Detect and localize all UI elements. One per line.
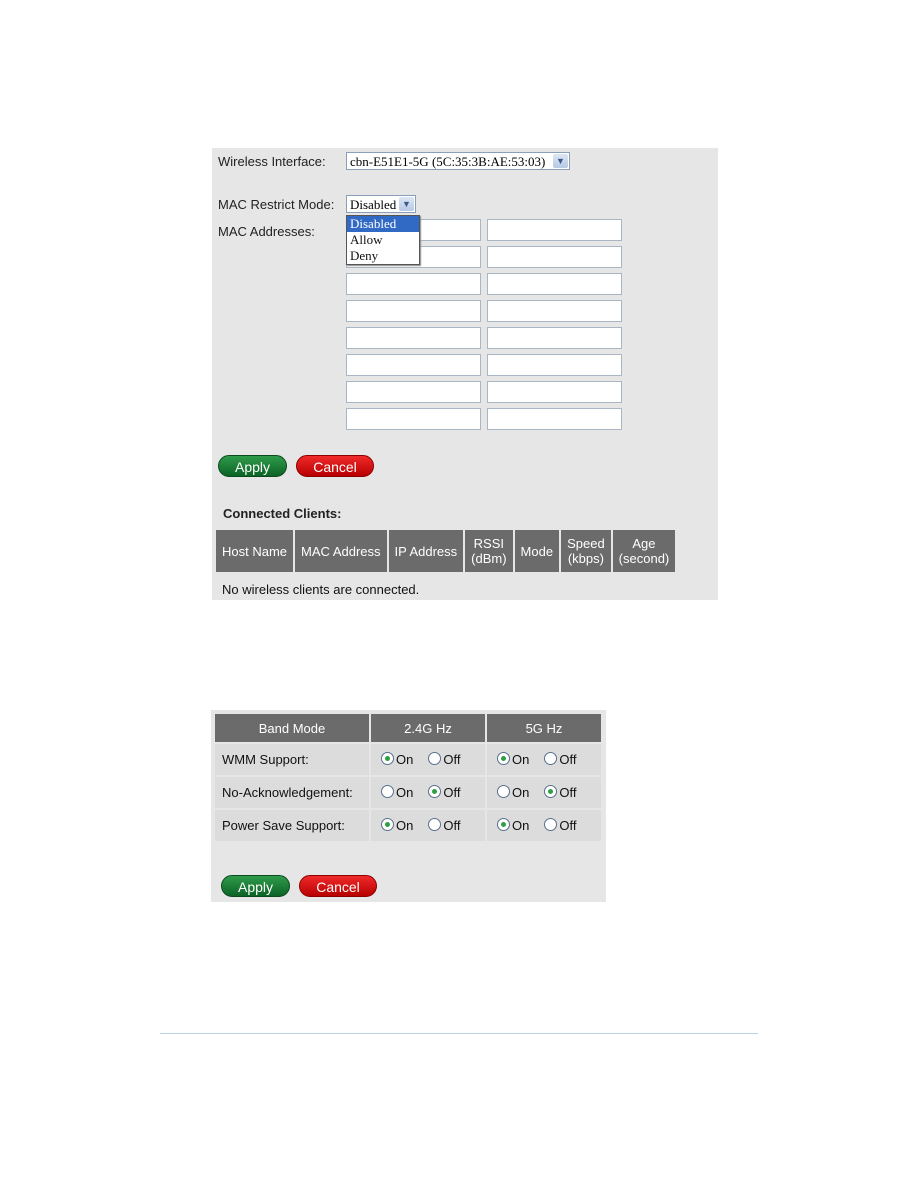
option-deny[interactable]: Deny	[347, 248, 419, 264]
column-header-line1: Mode	[520, 543, 554, 559]
column-header-line1: Age	[632, 536, 656, 551]
mac-address-input[interactable]	[487, 273, 622, 295]
clients-column-header: Speed (kbps)	[561, 530, 611, 572]
clients-column-header: Host Name	[216, 530, 294, 572]
column-header-line2: (second)	[618, 551, 670, 566]
mac-address-input[interactable]	[487, 246, 622, 268]
no-clients-message: No wireless clients are connected.	[222, 582, 420, 597]
column-header-line1: RSSI	[473, 536, 505, 551]
radio-off[interactable]	[544, 785, 558, 798]
connected-clients-title: Connected Clients:	[223, 506, 342, 521]
radio-group-band-24: On Off	[371, 777, 485, 808]
radio-off[interactable]	[428, 752, 442, 765]
column-2-4ghz: 2.4G Hz	[371, 714, 485, 742]
radio-on[interactable]	[381, 752, 394, 765]
mac-address-input[interactable]	[346, 408, 481, 430]
clients-column-header: Age (second)	[612, 530, 676, 572]
radio-group-band-24: On Off	[371, 810, 485, 841]
mac-address-input[interactable]	[346, 273, 481, 295]
radio-label-off: Off	[443, 818, 461, 833]
clients-column-header: MAC Address	[295, 530, 387, 572]
cancel-button[interactable]: Cancel	[296, 455, 374, 477]
setting-label: Power Save Support:	[215, 810, 369, 841]
radio-group-band-5: On Off	[487, 744, 601, 775]
wireless-interface-value: cbn-E51E1-5G (5C:35:3B:AE:53:03)	[350, 154, 546, 169]
mac-address-input[interactable]	[487, 381, 622, 403]
radio-group-band-5: On Off	[487, 777, 601, 808]
band-cancel-button[interactable]: Cancel	[299, 875, 377, 897]
band-mode-row: Power Save Support: On Off On Off	[215, 810, 601, 841]
column-header-line1: Speed	[567, 536, 605, 551]
band-mode-row: WMM Support: On Off On Off	[215, 744, 601, 775]
connected-clients-table: Host Name MAC Address IP Address RSSI (dBm) M…	[214, 528, 677, 574]
mac-address-input[interactable]	[346, 300, 481, 322]
radio-on[interactable]	[497, 818, 510, 831]
mac-address-input[interactable]	[487, 354, 622, 376]
radio-off[interactable]	[544, 818, 558, 831]
footer-divider	[160, 1033, 758, 1034]
radio-on[interactable]	[497, 752, 510, 765]
radio-off[interactable]	[428, 785, 442, 798]
chevron-down-icon: ▼	[399, 197, 414, 211]
radio-on[interactable]	[497, 785, 510, 798]
mac-restrict-mode-dropdown: Disabled Allow Deny	[346, 215, 420, 265]
apply-button[interactable]: Apply	[218, 455, 287, 477]
wireless-interface-label: Wireless Interface:	[218, 154, 326, 169]
radio-group-band-5: On Off	[487, 810, 601, 841]
setting-label: WMM Support:	[215, 744, 369, 775]
radio-off[interactable]	[544, 752, 558, 765]
option-allow[interactable]: Allow	[347, 232, 419, 248]
clients-column-header: IP Address	[388, 530, 464, 572]
radio-on[interactable]	[381, 818, 394, 831]
mac-addresses-label: MAC Addresses:	[218, 224, 315, 239]
column-5ghz: 5G Hz	[487, 714, 601, 742]
radio-label-off: Off	[559, 818, 577, 833]
radio-label-off: Off	[443, 785, 461, 800]
column-header-line2: (kbps)	[567, 551, 604, 566]
mac-restrict-mode-value: Disabled	[350, 197, 397, 212]
band-apply-button[interactable]: Apply	[221, 875, 290, 897]
radio-label-on: On	[512, 818, 530, 833]
setting-label: No-Acknowledgement:	[215, 777, 369, 808]
clients-column-header: Mode	[514, 530, 560, 572]
column-header-line1: MAC Address	[301, 543, 381, 559]
column-header-line1: IP Address	[394, 543, 458, 559]
radio-label-off: Off	[559, 785, 577, 800]
radio-label-on: On	[396, 818, 414, 833]
band-mode-row: No-Acknowledgement: On Off On Off	[215, 777, 601, 808]
chevron-down-icon: ▼	[553, 154, 568, 168]
radio-label-on: On	[396, 785, 414, 800]
mac-address-input[interactable]	[487, 327, 622, 349]
mac-address-input[interactable]	[487, 300, 622, 322]
column-header-line1: Host Name	[222, 543, 288, 559]
radio-group-band-24: On Off	[371, 744, 485, 775]
mac-restrict-mode-label: MAC Restrict Mode:	[218, 197, 335, 212]
band-mode-table: Band Mode 2.4G Hz 5G Hz WMM Support: On Of…	[213, 712, 603, 843]
mac-address-input[interactable]	[346, 327, 481, 349]
radio-label-off: Off	[559, 752, 577, 767]
radio-off[interactable]	[428, 818, 442, 831]
radio-label-on: On	[396, 752, 414, 767]
wireless-interface-select[interactable]: cbn-E51E1-5G (5C:35:3B:AE:53:03) ▼	[346, 152, 570, 170]
radio-label-on: On	[512, 785, 530, 800]
column-band-mode: Band Mode	[215, 714, 369, 742]
mac-restrict-mode-select[interactable]: Disabled ▼	[346, 195, 416, 213]
radio-on[interactable]	[381, 785, 394, 798]
clients-column-header: RSSI (dBm)	[465, 530, 513, 572]
radio-label-on: On	[512, 752, 530, 767]
column-header-line2: (dBm)	[471, 551, 507, 566]
mac-address-input[interactable]	[487, 408, 622, 430]
radio-label-off: Off	[443, 752, 461, 767]
option-disabled[interactable]: Disabled	[347, 216, 419, 232]
mac-address-input[interactable]	[487, 219, 622, 241]
mac-address-input[interactable]	[346, 354, 481, 376]
mac-address-input[interactable]	[346, 381, 481, 403]
